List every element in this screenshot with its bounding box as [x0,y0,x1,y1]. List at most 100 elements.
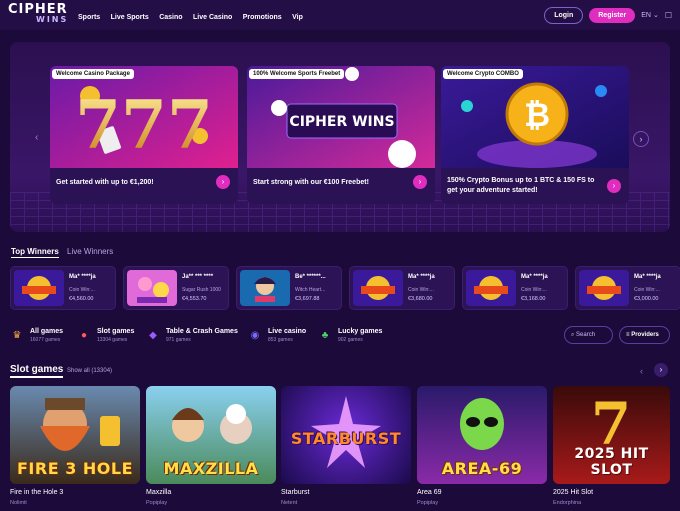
promo-go-button[interactable]: › [607,179,621,193]
category-title: Table & Crash Games [166,328,238,335]
carousel-prev-icon[interactable]: ‹ [35,132,38,143]
promo-go-button[interactable]: › [413,175,427,189]
winner-card[interactable]: Ma* ****ja Coin Win:... €4,560.00 [10,266,116,310]
game-provider: Endorphina [553,500,582,506]
winner-amount: €4,553.70 [182,296,207,302]
seven-glyph: 777 [75,86,213,164]
sports-logo-text: CIPHER WINS [289,114,394,130]
category-all-games[interactable]: ♛ All games 16077 games [10,328,64,343]
search-icon: ⌕ [571,332,575,338]
search-label: Search [576,332,596,338]
nav-promotions[interactable]: Promotions [243,14,282,21]
game-card-fire-in-the-hole[interactable]: FIRE 3 HOLE [10,386,140,484]
category-slot-games[interactable]: ● Slot games 13304 games [77,328,134,343]
nav-casino[interactable]: Casino [159,14,182,21]
logo-line-2: WINS [36,15,69,24]
game-name[interactable]: Starburst [281,489,309,496]
game-name[interactable]: Fire in the Hole 3 [10,489,63,496]
category-title: All games [30,328,64,335]
game-card-area-69[interactable]: AREA-69 [417,386,547,484]
list-icon: ≡ [626,332,630,338]
dealer-icon: ◉ [250,330,260,341]
game-art-title: AREA-69 [441,459,523,478]
nav-vip[interactable]: Vip [292,14,303,21]
witch-heart-thumb [240,270,290,306]
slots-prev-icon[interactable]: ‹ [640,366,643,376]
promo-card-sports[interactable]: CIPHER WINS 100% Welcome Sports Freebet … [247,66,435,204]
game-art-title: STARBURST [290,429,402,448]
promo-text: Start strong with our €100 Freebet! [253,179,369,186]
winner-card[interactable]: Ma* ****ja Coin Win:... €3,680.00 [349,266,455,310]
promo-card-casino[interactable]: 777 Welcome Casino Package Get started w… [50,66,238,204]
winner-game: Coin Win:... [521,287,547,293]
coin-win-thumb [466,270,516,306]
promo-text: 150% Crypto Bonus up to 1 BTC & 150 FS t… [447,177,595,194]
game-provider: Popiplay [146,500,168,506]
promo-carousel: ‹ 777 Welcome Casino Package Get started… [10,42,670,232]
sugar-rush-thumb [127,270,177,306]
winner-amount: €3,000.00 [634,296,659,302]
category-table-crash[interactable]: ◆ Table & Crash Games 971 games [146,328,238,343]
game-card-maxzilla[interactable]: MAXZILLA [146,386,276,484]
category-count: 971 games [166,337,191,343]
promo-tag: 100% Welcome Sports Freebet [249,69,345,79]
winners-tabs: Top Winners Live Winners [11,247,113,258]
category-live-casino[interactable]: ◉ Live casino 853 games [248,328,307,343]
promo-text: Get started with up to €1,200! [56,179,154,186]
winner-card[interactable]: Be* ******... Witch Heart... €3,697.88 [236,266,342,310]
show-all-link[interactable]: Show all (13304) [67,368,112,374]
site-logo[interactable]: CIPHER WINS [8,3,72,25]
category-title: Slot games [97,328,135,335]
slots-next-icon[interactable]: › [654,363,668,377]
cherry-icon: ● [80,330,88,341]
winner-card[interactable]: Ma* ****ja Coin Win:... €3,000.00 [575,266,680,310]
game-name[interactable]: Maxzilla [146,489,171,496]
winner-name: Ma* ****ja [408,274,435,280]
winner-card[interactable]: Ja** *** **** Sugar Rush 1000 €4,553.70 [123,266,229,310]
game-provider: Popiplay [417,500,439,506]
winner-amount: €3,697.88 [295,296,320,302]
top-header: CIPHER WINS Sports Live Sports Casino Li… [0,0,680,30]
slot-777-art: 777 [50,66,238,168]
winner-game: Coin Win:... [408,287,434,293]
coin-win-thumb [353,270,403,306]
crypto-bitcoin-art: ₿ [441,66,629,168]
promo-go-button[interactable]: › [216,175,230,189]
nav-live-casino[interactable]: Live Casino [193,14,232,21]
game-name[interactable]: Area 69 [417,489,442,496]
providers-label: Providers [631,332,659,338]
providers-button[interactable]: ≡ Providers [619,326,670,344]
carousel-next-icon[interactable]: › [633,131,649,147]
game-art-title: MAXZILLA [163,459,259,478]
sports-freebet-art: CIPHER WINS [247,66,435,168]
game-card-2025-hit-slot[interactable]: 7 2025 HIT SLOT [553,386,670,484]
winner-game: Coin Win:... [634,287,660,293]
winner-card[interactable]: Ma* ****ja Coin Win:... €3,168.00 [462,266,568,310]
slot-games-heading: Slot games [10,364,64,378]
coin-win-thumb [14,270,64,306]
winner-amount: €3,168.00 [521,296,546,302]
login-button[interactable]: Login [544,6,584,24]
game-card-starburst[interactable]: STARBURST [281,386,411,484]
slot-games-title: Slot games [10,364,64,378]
language-selector[interactable]: EN ⌄ [641,11,659,19]
main-nav: Sports Live Sports Casino Live Casino Pr… [78,6,309,24]
nav-live-sports[interactable]: Live Sports [111,14,149,21]
header-actions: Login Register EN ⌄ ☐ [544,6,672,24]
register-button[interactable]: Register [589,7,636,23]
game-art-title: 2025 HIT SLOT [574,446,649,478]
nav-sports[interactable]: Sports [78,14,100,21]
promo-card-crypto[interactable]: ₿ Welcome Crypto COMBO 150% Crypto Bonus… [441,66,629,204]
winner-name: Be* ******... [295,274,326,280]
game-name[interactable]: 2025 Hit Slot [553,489,593,496]
language-label: EN [641,12,651,19]
crown-icon: ♛ [12,330,22,341]
winner-game: Witch Heart... [295,287,326,293]
search-button[interactable]: ⌕ Search [564,326,613,344]
category-lucky-games[interactable]: ♣ Lucky games 902 games [318,328,383,343]
chat-icon[interactable]: ☐ [665,11,672,20]
tab-live-winners[interactable]: Live Winners [67,247,113,256]
game-provider: Nolimit [10,500,27,506]
category-count: 16077 games [30,337,61,343]
tab-top-winners[interactable]: Top Winners [11,247,59,258]
